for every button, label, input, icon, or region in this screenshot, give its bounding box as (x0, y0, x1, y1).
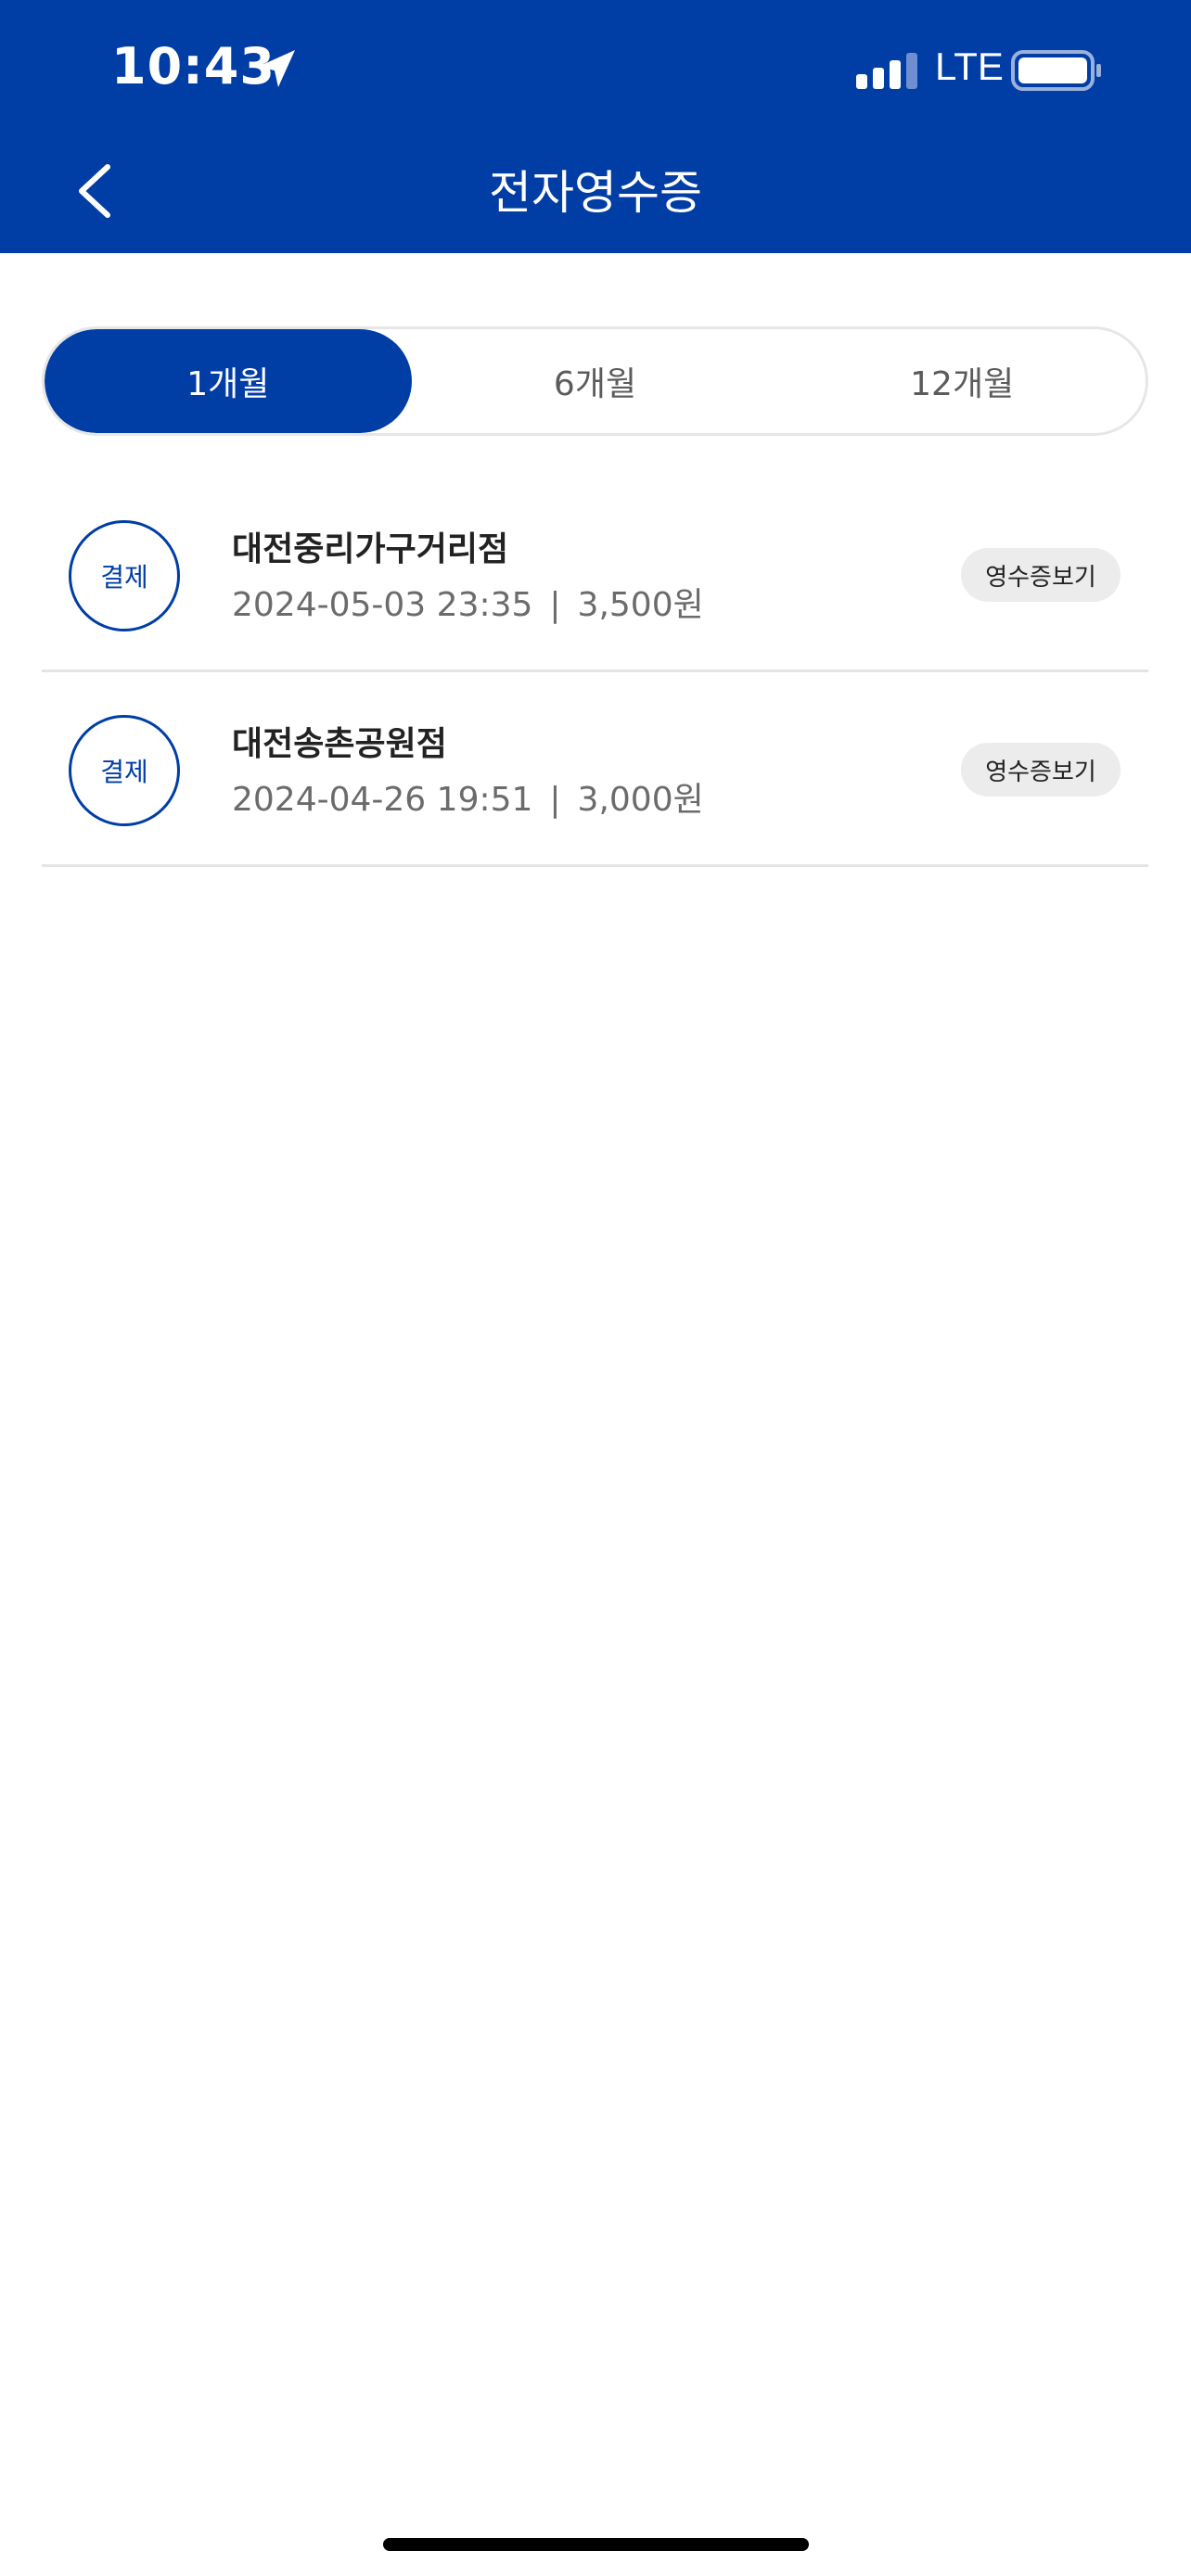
receipt-list-item: 결제 대전송촌공원점 2024-04-26 19:51 | 3,000원 영수증보기 (42, 672, 1148, 867)
meta-separator: | (549, 586, 561, 624)
tab-6-months[interactable]: 6개월 (412, 329, 779, 433)
receipt-amount: 3,500원 (577, 586, 704, 624)
receipt-datetime: 2024-05-03 23:35 (232, 586, 533, 624)
store-name: 대전중리가구거리점 (232, 530, 509, 568)
receipt-datetime: 2024-04-26 19:51 (232, 781, 533, 819)
receipt-list: 결제 대전중리가구거리점 2024-05-03 23:35 | 3,500원 영수증… (42, 478, 1148, 867)
page-title: 전자영수증 (489, 166, 702, 220)
tab-1-month[interactable]: 1개월 (45, 329, 412, 433)
view-receipt-button[interactable]: 영수증보기 (961, 548, 1121, 602)
home-indicator[interactable] (383, 2538, 809, 2551)
receipt-list-item: 결제 대전중리가구거리점 2024-05-03 23:35 | 3,500원 영수증… (42, 478, 1148, 672)
app-header: 10:43 LTE 전자영수증 (0, 0, 1191, 253)
receipt-meta: 2024-05-03 23:35 | 3,500원 (232, 578, 704, 626)
location-arrow-icon (258, 50, 295, 87)
receipt-amount: 3,000원 (577, 781, 704, 819)
view-receipt-button[interactable]: 영수증보기 (961, 743, 1121, 797)
cellular-signal-icon (856, 53, 917, 89)
receipt-meta: 2024-04-26 19:51 | 3,000원 (232, 772, 704, 821)
payment-type-badge: 결제 (69, 520, 180, 631)
store-name: 대전송촌공원점 (232, 725, 447, 763)
period-segmented-control: 1개월 6개월 12개월 (42, 326, 1148, 436)
payment-type-badge: 결제 (69, 715, 180, 826)
status-time: 10:43 (111, 37, 275, 96)
battery-icon (1011, 50, 1101, 91)
meta-separator: | (549, 781, 561, 819)
network-type-label: LTE (935, 45, 1004, 88)
tab-12-months[interactable]: 12개월 (778, 329, 1146, 433)
